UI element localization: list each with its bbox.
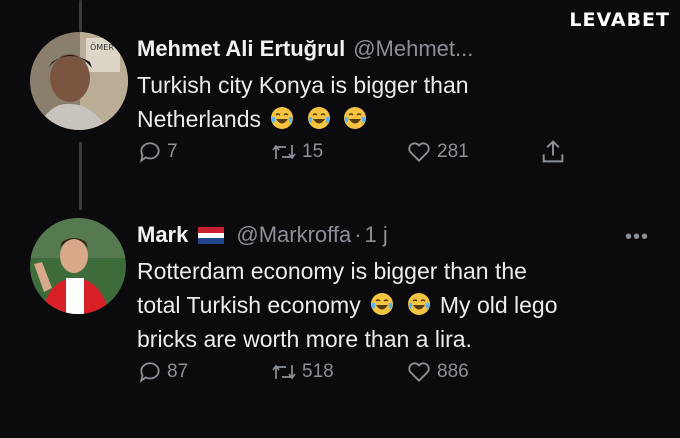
retweet-icon bbox=[272, 364, 296, 380]
reply-count: 87 bbox=[167, 361, 189, 382]
tears-of-joy-emoji-icon bbox=[407, 293, 430, 315]
tears-of-joy-emoji-icon bbox=[344, 107, 367, 129]
tears-of-joy-emoji-icon bbox=[307, 107, 330, 129]
like-button[interactable]: 886 bbox=[405, 359, 469, 385]
reply-count: 7 bbox=[167, 141, 178, 162]
share-icon bbox=[542, 140, 564, 163]
tweet-text-line-with-emoji: total Turkish economy My old lego bbox=[137, 288, 667, 322]
tweet-body: Rotterdam economy is bigger than the tot… bbox=[137, 254, 667, 356]
user-handle[interactable]: @Markroffa bbox=[236, 222, 351, 248]
avatar-photo-icon: ÖMER bbox=[30, 32, 128, 130]
watermark-text: LEVABET bbox=[569, 9, 670, 31]
reply-button[interactable]: 7 bbox=[137, 139, 178, 165]
svg-text:ÖMER: ÖMER bbox=[90, 42, 114, 52]
display-name[interactable]: Mark bbox=[137, 222, 188, 248]
avatar-mehmet[interactable]: ÖMER bbox=[30, 32, 128, 130]
tweet-header: Mehmet Ali Ertuğrul @Mehmet... bbox=[137, 36, 667, 62]
netherlands-flag-icon bbox=[198, 226, 225, 244]
retweet-count: 518 bbox=[302, 361, 334, 382]
tweet-text-line: total Turkish economy bbox=[137, 292, 361, 318]
like-button[interactable]: 281 bbox=[405, 139, 469, 165]
watermark-logo: LEVABET bbox=[569, 9, 670, 31]
avatar-photo-icon bbox=[30, 218, 126, 314]
tears-of-joy-emoji-icon bbox=[271, 107, 294, 129]
tweet-timestamp[interactable]: 1 j bbox=[365, 222, 388, 248]
separator-dot: · bbox=[354, 222, 362, 247]
tweet-text-line: Netherlands bbox=[137, 106, 262, 132]
tweet-header: Mark @Markroffa · 1 j bbox=[137, 222, 667, 248]
reply-button[interactable]: 87 bbox=[137, 359, 188, 385]
retweet-button[interactable]: 15 bbox=[270, 139, 323, 165]
reply-icon bbox=[139, 142, 160, 163]
thread-connector-top bbox=[79, 0, 82, 32]
tweet-text-line: Turkish city Konya is bigger than bbox=[137, 72, 469, 98]
tweet-mehmet[interactable]: Mehmet Ali Ertuğrul @Mehmet... Turkish c… bbox=[137, 36, 667, 136]
heart-icon bbox=[408, 142, 430, 162]
tweet-text-line-with-emoji: Netherlands bbox=[137, 102, 667, 136]
tweet-body: Turkish city Konya is bigger than Nether… bbox=[137, 68, 667, 136]
heart-icon bbox=[408, 362, 430, 382]
retweet-button[interactable]: 518 bbox=[270, 359, 334, 385]
tears-of-joy-emoji-icon bbox=[371, 293, 394, 315]
more-options-button[interactable]: ••• bbox=[625, 226, 649, 249]
retweet-count: 15 bbox=[302, 141, 324, 162]
display-name[interactable]: Mehmet Ali Ertuğrul bbox=[137, 36, 345, 62]
like-count: 886 bbox=[437, 361, 469, 382]
tweet-text-line: Rotterdam economy is bigger than the bbox=[137, 258, 527, 284]
tweet-mark[interactable]: Mark @Markroffa · 1 j ••• Rotterdam econ… bbox=[137, 222, 667, 356]
avatar-mark[interactable] bbox=[30, 218, 126, 314]
reply-icon bbox=[139, 362, 160, 383]
tweet-thread-screenshot: LEVABET ÖMER Mehmet Ali Ertuğrul @Mehmet… bbox=[0, 0, 680, 438]
thread-connector-middle bbox=[79, 142, 82, 210]
user-handle[interactable]: @Mehmet... bbox=[353, 36, 473, 62]
share-button[interactable] bbox=[539, 138, 571, 166]
retweet-icon bbox=[272, 144, 296, 160]
like-count: 281 bbox=[437, 141, 469, 162]
tweet-text-line: bricks are worth more than a lira. bbox=[137, 326, 472, 352]
tweet-text-line: My old lego bbox=[439, 292, 558, 318]
